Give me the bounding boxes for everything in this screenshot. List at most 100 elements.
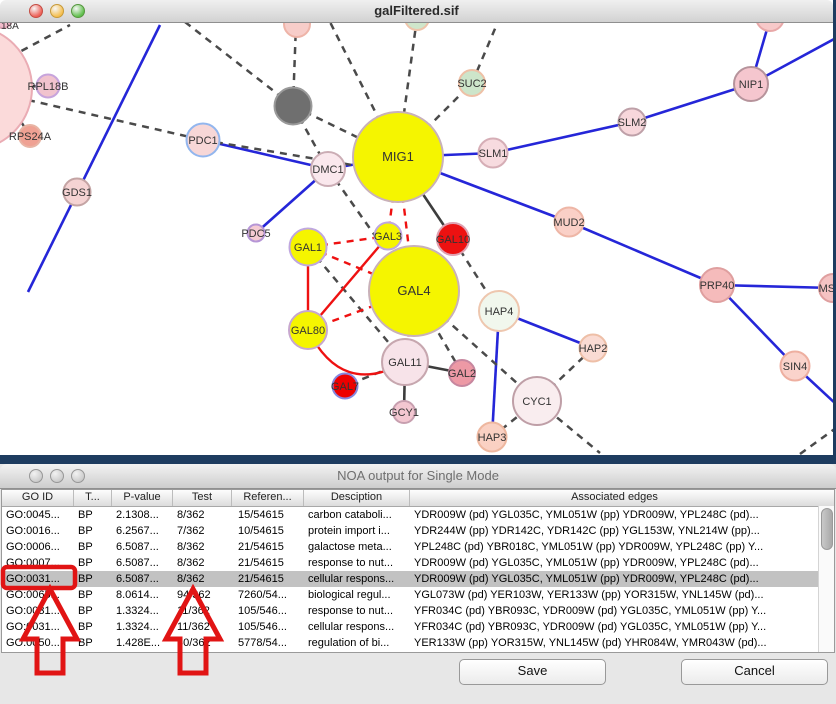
- table-cell: YDR009W (pd) YGL035C, YML051W (pp) YDR00…: [410, 555, 819, 571]
- edge-blue: [493, 122, 632, 153]
- node-gal11[interactable]: GAL11: [382, 339, 428, 385]
- column-header-desciption[interactable]: Desciption: [304, 490, 410, 506]
- table-cell: 8/362: [173, 571, 232, 587]
- table-cell: GO:0006...: [2, 539, 74, 555]
- table-cell: GO:0065...: [2, 587, 74, 603]
- column-header-p-value[interactable]: P-value: [112, 490, 173, 506]
- node-hap3[interactable]: HAP3: [478, 423, 507, 452]
- node-mud2[interactable]: MUD2: [553, 208, 584, 237]
- node-suc2[interactable]: SUC2: [457, 70, 486, 96]
- node-label: GAL80: [291, 325, 325, 337]
- node-unlabeled[interactable]: [284, 23, 310, 37]
- column-header-go-id[interactable]: GO ID: [2, 490, 74, 506]
- node-msl5[interactable]: MSL5: [819, 274, 833, 302]
- noa-results-table: GO IDT...P-valueTestReferen...Desciption…: [1, 489, 835, 653]
- scrollbar-thumb[interactable]: [821, 508, 833, 550]
- table-row[interactable]: GO:0031...BP6.5087...8/36221/54615cellul…: [2, 571, 834, 587]
- node-slm2[interactable]: SLM2: [618, 109, 647, 136]
- cancel-button[interactable]: Cancel: [681, 659, 828, 685]
- node-hap2[interactable]: HAP2: [579, 335, 608, 362]
- table-body: GO:0045...BP2.1308...8/36215/54615carbon…: [2, 507, 834, 651]
- column-header-associated-edges[interactable]: Associated edges: [410, 490, 819, 506]
- table-cell: 11/362: [173, 603, 232, 619]
- node-gal7[interactable]: GAL7: [331, 374, 359, 399]
- table-cell: 21/54615: [232, 555, 304, 571]
- table-cell: 8/362: [173, 539, 232, 555]
- node-label: RPS24A: [9, 131, 52, 143]
- table-cell: 5778/54...: [232, 635, 304, 651]
- node-gcy1[interactable]: GCY1: [389, 401, 419, 423]
- node-pdc1[interactable]: PDC1: [187, 124, 220, 157]
- node-circle[interactable]: [275, 88, 312, 125]
- node-circle[interactable]: [284, 23, 310, 37]
- node-label: GAL2: [448, 368, 476, 380]
- table-cell: biological regul...: [304, 587, 410, 603]
- save-button[interactable]: Save: [459, 659, 606, 685]
- table-cell: 21/54615: [232, 539, 304, 555]
- table-cell: 7260/54...: [232, 587, 304, 603]
- node-label: DMC1: [312, 164, 343, 176]
- column-header-test[interactable]: Test: [173, 490, 232, 506]
- node-gds1[interactable]: GDS1: [62, 179, 92, 206]
- table-cell: 6.5087...: [112, 555, 173, 571]
- node-label: NIP1: [739, 79, 763, 91]
- table-cell: YFR034C (pd) YBR093C, YDR009W (pd) YGL03…: [410, 619, 819, 635]
- node-label: MUD2: [553, 217, 584, 229]
- node-dmc1[interactable]: DMC1: [311, 152, 345, 186]
- node-sin4[interactable]: SIN4: [781, 352, 810, 381]
- node-gal10[interactable]: GAL10: [436, 223, 470, 255]
- node-gal1[interactable]: GAL1: [290, 229, 327, 266]
- node-label: HAP3: [478, 432, 507, 444]
- node-gal2[interactable]: GAL2: [448, 360, 476, 386]
- node-gal4[interactable]: GAL4: [369, 246, 459, 336]
- table-cell: carbon cataboli...: [304, 507, 410, 523]
- table-row[interactable]: GO:0050...BP1.428E...80/3625778/54...reg…: [2, 635, 834, 651]
- column-header-t[interactable]: T...: [74, 490, 112, 506]
- network-graph[interactable]: RPL18B RPS24A GDS1 PDC1 DMC1 MIG1 SUC2 SLM1 SLM2…: [0, 23, 833, 455]
- node-gal3[interactable]: GAL3: [374, 223, 402, 250]
- node-pdc5[interactable]: PDC5: [241, 225, 270, 242]
- table-row[interactable]: GO:0065...BP8.0614...94/3627260/54...bio…: [2, 587, 834, 603]
- node-rpl18b[interactable]: RPL18B: [28, 75, 69, 98]
- node-nip1[interactable]: NIP1: [734, 67, 768, 101]
- node-cyc1[interactable]: CYC1: [513, 377, 561, 425]
- node-hap4[interactable]: HAP4: [479, 291, 519, 331]
- node-prp40[interactable]: PRP40: [700, 268, 735, 302]
- table-cell: BP: [74, 587, 112, 603]
- node-unlabeled[interactable]: [756, 23, 784, 31]
- table-row[interactable]: GO:0031...BP1.3324...11/362105/546...cel…: [2, 619, 834, 635]
- node-unlabeled[interactable]: [275, 88, 312, 125]
- table-row[interactable]: GO:0045...BP2.1308...8/36215/54615carbon…: [2, 507, 834, 523]
- table-cell: GO:0016...: [2, 523, 74, 539]
- node-circle[interactable]: [405, 23, 429, 30]
- node-label: CYC1: [522, 396, 551, 408]
- node-label: GAL11: [388, 357, 421, 369]
- edge-blue: [569, 222, 717, 285]
- node-label: GAL4: [397, 283, 430, 298]
- node-label: RPL18B: [28, 81, 69, 93]
- table-cell: 1.3324...: [112, 619, 173, 635]
- desktop: galFiltered.sif RPL18B RPS24A GDS1 PDC1 DMC1…: [0, 0, 836, 704]
- table-cell: GO:0031...: [2, 603, 74, 619]
- table-cell: 80/362: [173, 635, 232, 651]
- vertical-scrollbar[interactable]: [818, 506, 834, 652]
- column-header-referen[interactable]: Referen...: [232, 490, 304, 506]
- table-row[interactable]: GO:0016...BP6.2567...7/36210/54615protei…: [2, 523, 834, 539]
- table-cell: BP: [74, 619, 112, 635]
- table-cell: 105/546...: [232, 619, 304, 635]
- table-cell: 8/362: [173, 555, 232, 571]
- table-row[interactable]: GO:0007...BP6.5087...8/36221/54615respon…: [2, 555, 834, 571]
- table-cell: 94/362: [173, 587, 232, 603]
- edge-dashed: [185, 23, 293, 106]
- node-label: SLM2: [618, 117, 647, 129]
- node-gal80[interactable]: GAL80: [289, 311, 327, 349]
- node-slm1[interactable]: SLM1: [479, 139, 508, 168]
- table-row[interactable]: GO:0006...BP6.5087...8/36221/54615galact…: [2, 539, 834, 555]
- node-label: MSL5: [819, 283, 833, 295]
- table-row[interactable]: GO:0031...BP1.3324...11/362105/546...res…: [2, 603, 834, 619]
- node-circle[interactable]: [756, 23, 784, 31]
- node-mig1[interactable]: MIG1: [353, 112, 443, 202]
- node-unlabeled[interactable]: [405, 23, 429, 30]
- window-title: galFiltered.sif: [0, 3, 833, 18]
- node-label: PDC1: [188, 135, 217, 147]
